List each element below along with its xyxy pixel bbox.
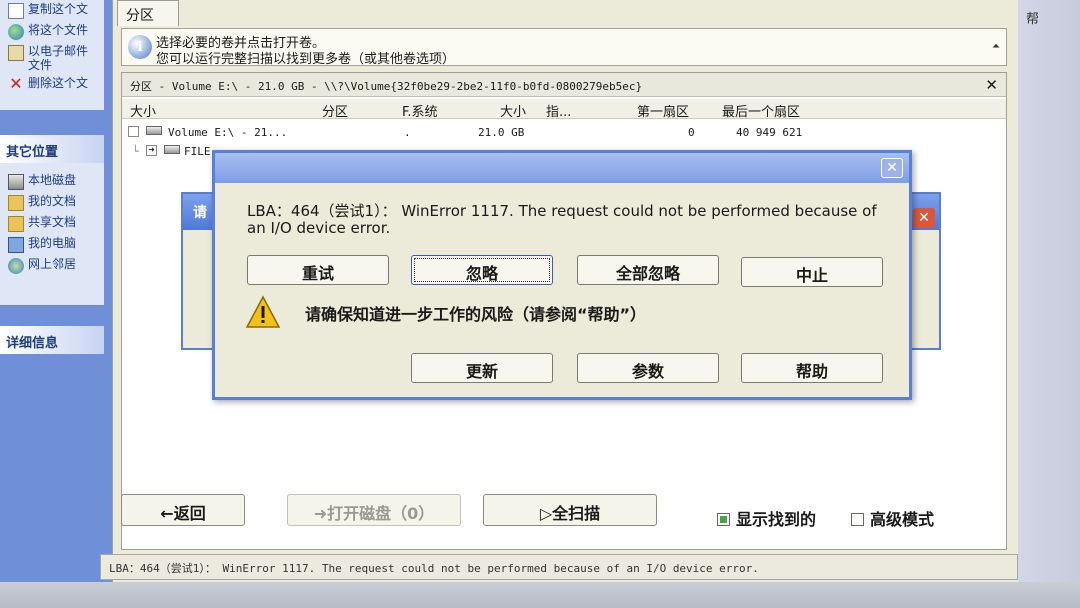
tree-line: └ <box>132 145 139 158</box>
col-partition[interactable]: 分区 <box>322 101 348 120</box>
place-my-documents[interactable]: 我的文档 <box>0 192 104 213</box>
row-size: 21.0 GB <box>478 126 525 139</box>
update-button[interactable]: 更新 <box>411 353 553 383</box>
place-my-computer[interactable]: 我的电脑 <box>0 234 104 255</box>
network-icon <box>8 258 24 274</box>
drive-icon <box>8 174 24 190</box>
place-label: 我的文档 <box>28 194 77 208</box>
taskbar-edge <box>0 582 1080 608</box>
help-menu[interactable]: 帮 <box>1026 8 1039 27</box>
row-name: FILE <box>184 145 211 158</box>
row-checkbox[interactable] <box>128 126 139 137</box>
task-label-cont: 文件 <box>28 58 53 72</box>
task-label: 将这个文件 <box>28 23 89 37</box>
outer-window-edge: 帮 <box>1018 0 1080 608</box>
row-name: Volume E:\ - 21... <box>168 126 288 139</box>
show-found-label: 显示找到的 <box>736 510 817 529</box>
info-icon: i <box>128 35 152 59</box>
error-message: LBA：464（尝试1）： WinError 1117. The request… <box>247 202 877 237</box>
globe-icon <box>8 24 24 40</box>
task-pane: 复制这个文 将这个文件 以电子邮件 文件 ✕ 删除这个文 其它位置 本地磁盘 我的… <box>0 0 112 582</box>
col-fs[interactable]: F.系统 <box>402 101 438 120</box>
info-line-2: 您可以运行完整扫描以找到更多卷（或其他卷选项） <box>156 52 456 67</box>
shared-folder-icon <box>8 216 24 232</box>
row-first-sector: 0 <box>688 126 695 139</box>
open-disk-button[interactable]: ➜打开磁盘（0） <box>287 494 461 526</box>
task-copy-file[interactable]: 复制这个文 <box>0 0 104 21</box>
task-label: 复制这个文 <box>28 2 89 16</box>
drive-icon <box>146 126 162 135</box>
show-found-checkbox[interactable]: 显示找到的 <box>717 506 816 530</box>
place-label: 网上邻居 <box>28 257 77 271</box>
col-first-sector[interactable]: 第一扇区 <box>637 101 689 120</box>
back-button[interactable]: ←返回 <box>121 494 245 526</box>
close-icon[interactable]: ✕ <box>985 76 998 94</box>
full-scan-button[interactable]: ▷全扫描 <box>483 494 657 526</box>
info-bar: i 选择必要的卷并点击打开卷。 您可以运行完整扫描以找到更多卷（或其他卷选项） … <box>121 28 1007 67</box>
volume-title-bar: 分区 - Volume E:\ - 21.0 GB - \\?\Volume{3… <box>122 73 1006 97</box>
row-last-sector: 40 949 621 <box>736 126 803 139</box>
task-label: 删除这个文 <box>28 76 89 90</box>
col-name[interactable]: 大小 <box>130 101 156 120</box>
ignore-button[interactable]: 忽略 <box>411 255 553 285</box>
place-label: 共享文档 <box>28 215 77 229</box>
file-tasks-box: 复制这个文 将这个文件 以电子邮件 文件 ✕ 删除这个文 <box>0 0 104 110</box>
task-label: 以电子邮件 <box>28 44 89 58</box>
copy-icon <box>8 3 24 19</box>
col-pointer[interactable]: 指... <box>546 101 571 120</box>
tab-partitions[interactable]: 分区 <box>117 0 179 26</box>
task-email-file[interactable]: 以电子邮件 文件 <box>0 42 104 74</box>
my-computer-icon <box>8 237 24 253</box>
collapse-icon[interactable]: ⏶ <box>992 41 1000 52</box>
folder-icon <box>164 145 180 154</box>
my-documents-icon <box>8 195 24 211</box>
details-header[interactable]: 详细信息 <box>0 326 104 354</box>
close-icon[interactable]: ✕ <box>913 208 935 228</box>
mail-icon <box>8 45 24 61</box>
col-size[interactable]: 大小 <box>500 101 526 120</box>
retry-button[interactable]: 重试 <box>247 255 389 285</box>
row-fs: . <box>404 126 411 139</box>
abort-button[interactable]: 中止 <box>741 257 883 287</box>
advanced-mode-checkbox[interactable]: 高级模式 <box>851 506 934 530</box>
warning-text: 请确保知道进一步工作的风险（请参阅“帮助”） <box>305 305 647 324</box>
ignore-all-button[interactable]: 全部忽略 <box>577 255 719 285</box>
place-network[interactable]: 网上邻居 <box>0 255 104 276</box>
place-local-disk[interactable]: 本地磁盘 <box>0 171 104 192</box>
expand-icon[interactable]: ➜ <box>146 145 157 156</box>
place-label: 我的电脑 <box>28 236 77 250</box>
table-row[interactable]: Volume E:\ - 21... . 21.0 GB 0 40 949 62… <box>122 123 1006 143</box>
help-button[interactable]: 帮助 <box>741 353 883 383</box>
error-dialog: ✕ LBA：464（尝试1）： WinError 1117. The reque… <box>212 150 912 400</box>
warning-icon <box>245 295 281 328</box>
place-label: 本地磁盘 <box>28 173 77 187</box>
other-places-header[interactable]: 其它位置 <box>0 135 104 163</box>
checkbox-box <box>851 513 864 526</box>
column-headers: 大小 分区 F.系统 大小 指... 第一扇区 最后一个扇区 <box>122 99 1006 120</box>
delete-icon: ✕ <box>9 74 23 93</box>
checkbox-box <box>717 513 730 526</box>
volume-title: 分区 - Volume E:\ - 21.0 GB - \\?\Volume{3… <box>130 80 643 93</box>
col-last-sector[interactable]: 最后一个扇区 <box>722 101 800 120</box>
advanced-mode-label: 高级模式 <box>870 510 935 529</box>
task-publish-file[interactable]: 将这个文件 <box>0 21 104 42</box>
close-icon[interactable]: ✕ <box>881 158 903 178</box>
parameters-button[interactable]: 参数 <box>577 353 719 383</box>
error-dialog-titlebar: ✕ <box>215 153 909 183</box>
place-shared-documents[interactable]: 共享文档 <box>0 213 104 234</box>
other-places-box: 本地磁盘 我的文档 共享文档 我的电脑 网上邻居 <box>0 163 104 305</box>
status-bar: LBA：464（尝试1）： WinError 1117. The request… <box>100 554 1018 580</box>
task-delete-file[interactable]: ✕ 删除这个文 <box>0 74 104 95</box>
